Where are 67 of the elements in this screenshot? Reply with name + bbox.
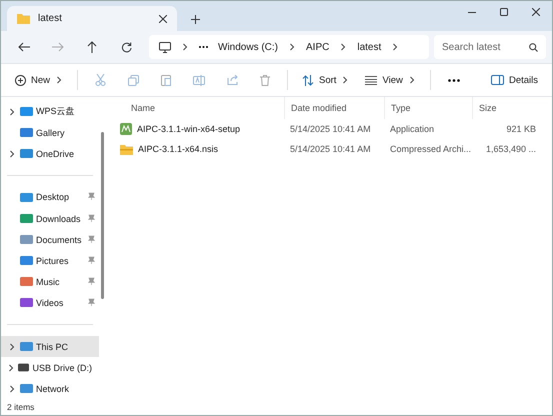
type-cell-text: Compressed Archi...	[389, 144, 472, 154]
pin-icon[interactable]	[88, 214, 95, 222]
chevron-icon	[288, 43, 296, 51]
file-name-cell[interactable]: AIPC-3.1.1-win-x64-setup	[112, 123, 284, 135]
column-header[interactable]: Type	[384, 97, 472, 119]
plus-circle-icon	[15, 74, 26, 86]
sidebar-item[interactable]: OneDrive	[1, 143, 99, 164]
breadcrumb[interactable]: latest	[357, 42, 382, 52]
breadcrumb[interactable]: AIPC	[306, 42, 330, 52]
expand-icon	[8, 150, 16, 158]
expand-icon	[8, 108, 16, 116]
close-icon[interactable]	[532, 8, 540, 16]
type-cell-text: Application	[389, 124, 436, 134]
sidebar-item[interactable]: This PC	[1, 336, 99, 358]
window-tab[interactable]: latest	[7, 6, 177, 31]
column-header[interactable]: Date modified	[284, 97, 384, 119]
expand-icon	[7, 364, 16, 372]
column-header[interactable]: Name	[112, 97, 284, 119]
chevron-icon	[55, 76, 64, 84]
file-name-cell[interactable]: AIPC-3.1.1-x64.nsis	[112, 144, 284, 154]
pin-icon[interactable]	[88, 192, 95, 200]
sidebar-item[interactable]: Videos	[1, 292, 99, 314]
sidebar-item[interactable]: Network	[1, 378, 99, 399]
close-icon[interactable]	[159, 14, 167, 22]
new-button[interactable]: New	[9, 72, 70, 88]
view-button[interactable]: View	[359, 72, 422, 88]
lines-icon	[365, 76, 378, 84]
size-cell-text: 1,653,490 ...	[484, 144, 537, 154]
pin-icon[interactable]	[88, 234, 95, 243]
up-icon[interactable]	[87, 41, 97, 53]
app-icon	[120, 123, 132, 135]
chevron-icon	[339, 43, 348, 51]
sidebar-item[interactable]: Music	[1, 271, 99, 292]
date-cell-text: 5/14/2025 10:41 AM	[289, 124, 372, 134]
panel-icon	[490, 75, 504, 85]
chevron-icon	[341, 76, 350, 84]
item-count: 2 items	[7, 402, 34, 412]
sort-icon	[302, 74, 314, 86]
sidebar-item[interactable]: Downloads	[1, 208, 99, 230]
maximize-icon[interactable]	[500, 8, 508, 16]
column-header[interactable]: Size	[472, 97, 540, 119]
expand-icon	[8, 384, 16, 393]
back-icon[interactable]	[18, 42, 30, 52]
size-cell-text: 921 KB	[505, 124, 537, 134]
details-button[interactable]: Details	[484, 72, 544, 88]
sidebar-item[interactable]: Pictures	[1, 250, 99, 272]
pin-icon[interactable]	[88, 276, 95, 285]
search-icon	[529, 42, 538, 52]
address-bar[interactable]: Windows (C:) AIPC latest	[149, 35, 429, 59]
sidebar-item[interactable]: USB Drive (D:)	[1, 357, 99, 378]
sidebar-item[interactable]: Desktop	[1, 186, 99, 208]
forward-icon[interactable]	[52, 42, 64, 52]
chevron-icon	[181, 43, 189, 51]
plus-icon[interactable]	[190, 14, 200, 24]
sidebar-item[interactable]: WPS云盘	[1, 101, 99, 122]
breadcrumb[interactable]: Windows (C:)	[218, 42, 278, 52]
expand-icon	[8, 342, 16, 351]
search-field[interactable]: Search latest	[434, 35, 546, 59]
refresh-icon[interactable]	[120, 42, 132, 52]
chevron-icon	[408, 76, 416, 84]
pin-icon[interactable]	[88, 298, 95, 306]
date-cell-text: 5/14/2025 10:41 AM	[289, 144, 372, 154]
pin-icon[interactable]	[88, 256, 95, 264]
chevron-icon	[391, 43, 400, 51]
sidebar-item[interactable]: Gallery	[1, 122, 99, 144]
sort-button[interactable]: Sort	[296, 72, 356, 88]
sidebar-item[interactable]: Documents	[1, 229, 99, 250]
